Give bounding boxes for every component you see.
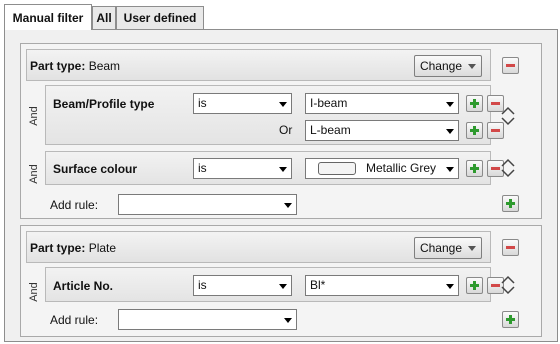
add-or-value-button[interactable] (466, 122, 483, 139)
change-part-type-button[interactable]: Change (414, 55, 482, 77)
move-up-down-icon[interactable] (500, 158, 516, 178)
move-up-down-icon[interactable] (500, 275, 516, 295)
tab-label: All (96, 11, 112, 25)
part-type-header: Part type: Beam Change (26, 49, 491, 81)
value-select[interactable]: I-beam (305, 93, 459, 114)
colour-select[interactable]: Metallic Grey (305, 158, 459, 179)
change-part-type-button[interactable]: Change (414, 237, 482, 259)
article-value-combo[interactable]: Bl* (305, 275, 459, 296)
tab-panel-manual-filter: Part type: Beam Change And Beam/Profile … (4, 29, 558, 342)
operator-select[interactable]: is (193, 93, 292, 114)
rule-beam-profile-type: Beam/Profile type is I-beam Or L-beam (45, 85, 504, 145)
rule-label: Beam/Profile type (53, 97, 155, 111)
remove-group-button[interactable] (502, 57, 519, 74)
or-value-text: L-beam (310, 123, 351, 137)
and-connector: And (28, 106, 40, 126)
dropdown-arrow-icon (446, 102, 454, 107)
operator-select[interactable]: is (193, 158, 292, 179)
chevron-down-icon (468, 63, 477, 69)
article-value-text: Bl* (310, 278, 326, 292)
operator-value: is (198, 161, 207, 175)
add-value-button[interactable] (466, 277, 483, 294)
dropdown-arrow-icon (284, 203, 292, 208)
dropdown-arrow-icon (279, 284, 287, 289)
filter-group-beam: Part type: Beam Change And Beam/Profile … (20, 43, 542, 219)
part-type-value: Plate (88, 241, 117, 255)
add-rule-button[interactable] (502, 195, 519, 212)
rule-surface-colour: Surface colour is Metallic Grey (45, 151, 504, 185)
add-value-button[interactable] (466, 95, 483, 112)
part-type-label: Part type: (30, 59, 86, 73)
tab-label: Manual filter (12, 10, 84, 25)
rule-article-no: Article No. is Bl* (45, 267, 504, 302)
move-up-down-icon[interactable] (500, 106, 516, 126)
part-type-label: Part type: (30, 241, 86, 255)
dropdown-arrow-icon (446, 167, 454, 172)
filter-group-plate: Part type: Plate Change And Article No. … (20, 225, 542, 337)
rule-label: Article No. (53, 279, 114, 293)
change-label: Change (419, 241, 463, 255)
dropdown-arrow-icon (279, 167, 287, 172)
tab-manual-filter[interactable]: Manual filter (4, 4, 92, 30)
add-rule-select[interactable] (118, 309, 297, 330)
add-rule-select[interactable] (118, 194, 297, 215)
remove-group-button[interactable] (502, 239, 519, 256)
add-rule-label: Add rule: (50, 198, 99, 212)
rule-label: Surface colour (53, 162, 138, 176)
or-label: Or (279, 123, 293, 137)
part-type-header: Part type: Plate Change (26, 231, 491, 263)
operator-select[interactable]: is (193, 275, 292, 296)
dropdown-arrow-icon (279, 102, 287, 107)
tab-label: User defined (123, 11, 197, 25)
or-value-select[interactable]: L-beam (305, 120, 459, 141)
operator-value: is (198, 278, 207, 292)
and-connector: And (28, 282, 40, 302)
dropdown-arrow-icon (446, 129, 454, 134)
and-connector: And (28, 164, 40, 184)
dropdown-arrow-icon (446, 284, 454, 289)
part-type-text: Part type: Plate (30, 241, 116, 255)
tab-user-defined[interactable]: User defined (116, 6, 204, 29)
colour-swatch (318, 162, 356, 175)
operator-value: is (198, 96, 207, 110)
tab-all[interactable]: All (92, 6, 116, 29)
change-label: Change (419, 59, 463, 73)
add-rule-button[interactable] (502, 311, 519, 328)
part-type-text: Part type: Beam (30, 59, 120, 73)
add-value-button[interactable] (466, 160, 483, 177)
add-rule-label: Add rule: (50, 313, 99, 327)
value-text: I-beam (310, 96, 348, 110)
part-type-value: Beam (88, 59, 121, 73)
chevron-down-icon (468, 245, 477, 251)
colour-value-text: Metallic Grey (366, 161, 437, 175)
dropdown-arrow-icon (284, 318, 292, 323)
